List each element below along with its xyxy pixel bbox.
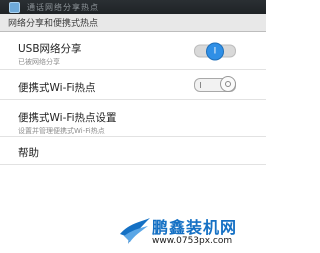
usb-tethering-summary: 已被网络分享 <box>18 58 60 66</box>
watermark-title: 鹏鑫装机网 <box>152 218 238 237</box>
help-row[interactable]: 帮助 <box>0 137 266 165</box>
help-label: 帮助 <box>18 147 39 159</box>
watermark: 鹏鑫装机网 www.0753px.com <box>118 212 266 253</box>
toggle-knob: I <box>206 42 224 60</box>
watermark-logo-icon <box>120 218 150 244</box>
settings-list: USB网络分享 已被网络分享 I 便携式Wi-Fi热点 便携式Wi-Fi热点设置… <box>0 32 266 165</box>
wifi-hotspot-toggle[interactable] <box>194 75 236 92</box>
window-title: 通话网络分享热点 <box>27 2 99 12</box>
usb-tethering-toggle[interactable]: I <box>194 42 236 60</box>
status-bar: 通话网络分享热点 <box>0 0 266 14</box>
watermark-url: www.0753px.com <box>152 236 233 246</box>
wifi-hotspot-settings-label: 便携式Wi-Fi热点设置 <box>18 112 117 124</box>
section-title: 网络分享和便携式热点 <box>8 19 99 29</box>
app-icon <box>9 1 20 13</box>
wifi-hotspot-settings-summary: 设置并管理便携式Wi-Fi热点 <box>18 127 105 135</box>
wifi-hotspot-row[interactable]: 便携式Wi-Fi热点 <box>0 70 266 100</box>
wifi-hotspot-settings-row[interactable]: 便携式Wi-Fi热点设置 设置并管理便携式Wi-Fi热点 <box>0 100 266 137</box>
toggle-bar <box>200 81 201 88</box>
toggle-knob <box>220 75 236 92</box>
toggle-off-icon <box>225 80 231 87</box>
section-header: 网络分享和便携式热点 <box>0 14 266 32</box>
usb-tethering-row[interactable]: USB网络分享 已被网络分享 I <box>0 32 266 70</box>
